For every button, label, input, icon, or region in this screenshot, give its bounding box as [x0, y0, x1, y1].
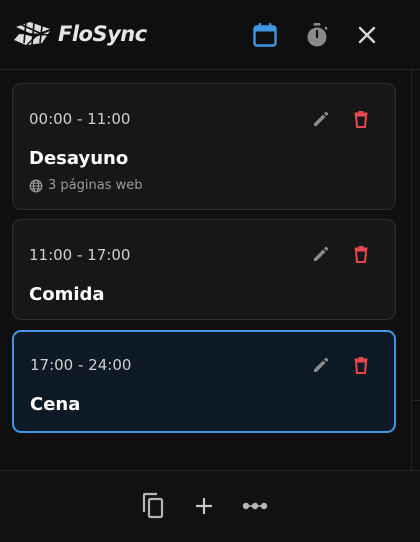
- scrollbar-track[interactable]: [411, 70, 420, 470]
- delete-button[interactable]: [348, 352, 374, 378]
- edit-icon: [311, 355, 331, 375]
- copy-icon: [140, 492, 166, 520]
- edit-button[interactable]: [308, 241, 334, 267]
- delete-icon: [351, 355, 371, 375]
- timer-button[interactable]: [302, 20, 332, 50]
- flosync-window: FloSync 00:00 - 11:00 Desayuno 3 páginas…: [0, 0, 420, 542]
- schedule-item-name: Cena: [30, 394, 81, 415]
- calendar-icon: [252, 22, 278, 48]
- calendar-button[interactable]: [250, 20, 280, 50]
- edit-button[interactable]: [308, 106, 334, 132]
- header: FloSync: [0, 0, 420, 70]
- delete-button[interactable]: [348, 241, 374, 267]
- flosync-logo-icon: [14, 21, 52, 47]
- scrollbar-mark: [412, 400, 420, 401]
- schedule-item[interactable]: 00:00 - 11:00 Desayuno 3 páginas web: [12, 83, 396, 210]
- schedule-item-meta: 3 páginas web: [29, 178, 142, 193]
- close-button[interactable]: [352, 20, 382, 50]
- schedule-item[interactable]: 11:00 - 17:00 Comida: [12, 219, 396, 320]
- timer-icon: [304, 22, 330, 48]
- add-button[interactable]: [189, 491, 219, 521]
- schedule-item-name: Comida: [29, 284, 105, 305]
- delete-button[interactable]: [348, 106, 374, 132]
- edit-icon: [311, 244, 331, 264]
- app-name: FloSync: [58, 22, 147, 46]
- plus-icon: [193, 495, 215, 517]
- schedule-item-selected[interactable]: 17:00 - 24:00 Cena: [12, 330, 396, 433]
- schedule-item-name: Desayuno: [29, 148, 129, 169]
- footer-toolbar: [0, 470, 420, 542]
- delete-icon: [351, 109, 371, 129]
- brand: FloSync: [14, 18, 147, 50]
- copy-button[interactable]: [138, 491, 168, 521]
- schedule-item-time: 11:00 - 17:00: [29, 246, 131, 264]
- schedule-item-time: 17:00 - 24:00: [30, 356, 132, 374]
- close-icon: [356, 24, 378, 46]
- edit-button[interactable]: [308, 352, 334, 378]
- more-icon: [241, 499, 269, 513]
- globe-icon: [29, 179, 43, 193]
- edit-icon: [311, 109, 331, 129]
- more-button[interactable]: [240, 491, 270, 521]
- schedule-item-time: 00:00 - 11:00: [29, 110, 131, 128]
- delete-icon: [351, 244, 371, 264]
- schedule-item-meta-text: 3 páginas web: [48, 178, 143, 193]
